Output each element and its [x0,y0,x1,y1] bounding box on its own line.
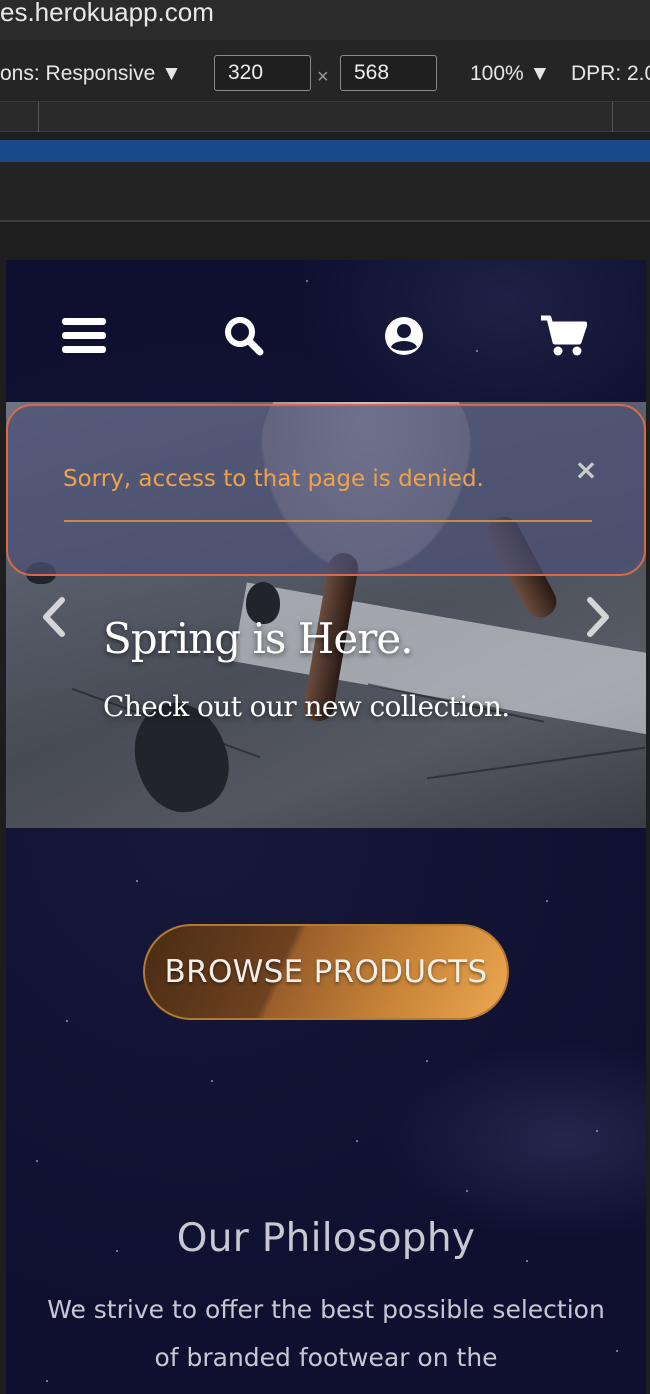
cart-icon[interactable] [534,300,594,372]
address-bar[interactable]: es.herokuapp.com [0,0,650,40]
device-toolbar: ons: Responsive ▼ 320 × 568 100% ▼ DPR: … [0,40,650,102]
media-query-range[interactable] [0,140,650,162]
top-navbar [6,300,646,372]
page-viewport: Spring is Here. Check out our new collec… [6,260,646,1394]
ruler-divider [38,102,39,132]
device-select[interactable]: ons: Responsive ▼ [0,62,182,86]
search-icon[interactable] [214,300,274,372]
chevron-left-icon[interactable] [34,592,74,642]
philosophy-heading: Our Philosophy [176,1216,476,1261]
alert-message: Sorry, access to that page is denied. [63,466,484,492]
zoom-select[interactable]: 100% ▼ [470,62,550,86]
carousel-subtitle: Check out our new collection. [103,690,510,723]
access-denied-alert: Sorry, access to that page is denied. × [6,404,646,576]
dimension-separator: × [317,66,329,88]
philosophy-text: We strive to offer the best possible sel… [47,1295,605,1372]
ruler-divider [612,102,613,132]
alert-divider [64,520,592,522]
url-text: es.herokuapp.com [0,0,214,27]
chevron-right-icon[interactable] [578,592,618,642]
media-query-bar[interactable] [0,102,650,132]
dpr-select[interactable]: DPR: 2.0 [571,62,650,86]
carousel-title: Spring is Here. [103,614,414,663]
width-input[interactable]: 320 [214,55,311,91]
browse-products-button[interactable]: BROWSE PRODUCTS [143,924,509,1020]
user-circle-icon[interactable] [374,300,434,372]
height-input[interactable]: 568 [340,55,437,91]
close-icon[interactable]: × [574,456,598,484]
pavement-crack [426,746,646,780]
hamburger-menu-icon[interactable] [54,300,114,372]
device-ruler [0,162,650,222]
